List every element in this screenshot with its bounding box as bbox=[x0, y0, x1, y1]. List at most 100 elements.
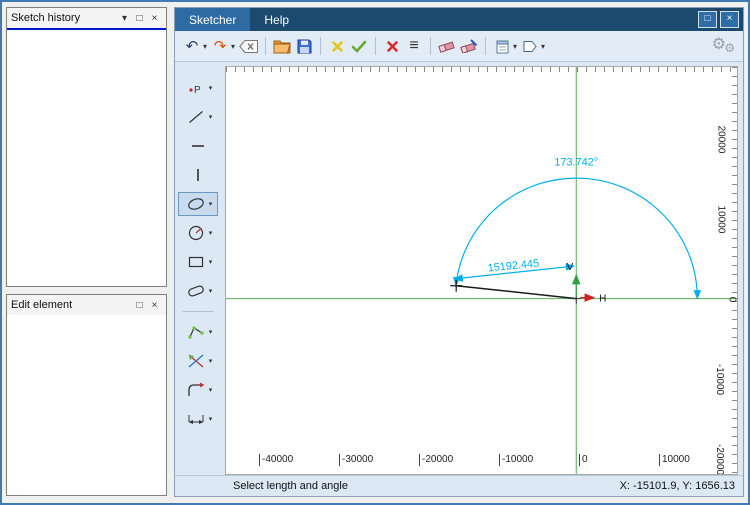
panel-close-icon[interactable]: × bbox=[147, 13, 162, 24]
tool-dimension[interactable]: ▾ bbox=[178, 407, 218, 431]
trim-tool-icon bbox=[186, 352, 206, 370]
sheet-dropdown[interactable]: ▾ bbox=[513, 42, 517, 51]
ellipse-tool-dropdown[interactable]: ▾ bbox=[209, 200, 213, 208]
status-bar: Select length and angle X: -15101.9, Y: … bbox=[175, 475, 743, 496]
tool-line[interactable]: ▾ bbox=[178, 105, 218, 129]
eraser-icon bbox=[438, 39, 456, 53]
toolbar-separator bbox=[265, 37, 266, 55]
trim-tool-dropdown[interactable]: ▾ bbox=[209, 357, 213, 365]
sketcher-titlebar: Sketcher Help □ × bbox=[175, 8, 743, 31]
y-axis-label: 10000 bbox=[716, 206, 727, 234]
tool-profile[interactable]: ▾ bbox=[178, 320, 218, 344]
x-axis-label: -40000 bbox=[259, 454, 293, 466]
panel-menu-icon[interactable]: ▾ bbox=[117, 13, 132, 24]
eraser-pencil-icon bbox=[460, 39, 478, 53]
cancel-button[interactable] bbox=[328, 35, 346, 57]
tab-sketcher[interactable]: Sketcher bbox=[175, 8, 250, 31]
edit-element-titlebar[interactable]: Edit element □ × bbox=[7, 295, 166, 316]
rectangle-tool-dropdown[interactable]: ▾ bbox=[209, 258, 213, 266]
arc-tool-dropdown[interactable]: ▾ bbox=[209, 229, 213, 237]
tool-point[interactable]: P ▾ bbox=[178, 76, 218, 100]
sketch-history-titlebar[interactable]: Sketch history ▾ □ × bbox=[7, 8, 166, 29]
h-axis-label: H bbox=[599, 294, 606, 305]
line-tool-dropdown[interactable]: ▾ bbox=[209, 113, 213, 121]
palette-separator bbox=[183, 311, 213, 312]
open-button[interactable] bbox=[273, 35, 291, 57]
tool-fillet[interactable]: ▾ bbox=[178, 378, 218, 402]
x-axis-label: 10000 bbox=[659, 454, 690, 466]
gear-icon: ⚙ bbox=[724, 41, 735, 55]
sketch-line[interactable] bbox=[456, 286, 576, 299]
undo-button[interactable]: ↶ bbox=[183, 35, 201, 57]
profile-tool-dropdown[interactable]: ▾ bbox=[209, 328, 213, 336]
tool-horizontal-line[interactable] bbox=[178, 134, 218, 158]
tool-rectangle[interactable]: ▾ bbox=[178, 250, 218, 274]
x-axis-label: -20000 bbox=[419, 454, 453, 466]
x-axis-label: -30000 bbox=[339, 454, 373, 466]
sheet-icon bbox=[495, 39, 510, 54]
delete-button[interactable] bbox=[383, 35, 401, 57]
profile-view-button[interactable] bbox=[521, 35, 539, 57]
panel-maximize-icon[interactable]: □ bbox=[132, 300, 147, 311]
yellow-x-icon bbox=[331, 40, 344, 53]
tool-ellipse[interactable]: ▾ bbox=[178, 192, 218, 216]
dimension-tool-dropdown[interactable]: ▾ bbox=[209, 415, 213, 423]
settings-button[interactable]: ⚙ ⚙ bbox=[707, 35, 735, 57]
tool-trim[interactable]: ▾ bbox=[178, 349, 218, 373]
eraser-button[interactable] bbox=[438, 35, 456, 57]
undo-dropdown[interactable]: ▾ bbox=[203, 42, 207, 51]
svg-text:P: P bbox=[194, 85, 201, 96]
window-maximize-button[interactable]: □ bbox=[698, 11, 717, 28]
toolbar-separator bbox=[375, 37, 376, 55]
sketch-history-content[interactable] bbox=[7, 28, 166, 286]
panel-close-icon[interactable]: × bbox=[147, 300, 162, 311]
line-tool-icon bbox=[186, 108, 206, 126]
sketch-history-panel: Sketch history ▾ □ × bbox=[6, 7, 167, 287]
red-x-icon bbox=[386, 40, 399, 53]
panel-maximize-icon[interactable]: □ bbox=[132, 13, 147, 24]
slot-tool-dropdown[interactable]: ▾ bbox=[209, 287, 213, 295]
tool-slot[interactable]: ▾ bbox=[178, 279, 218, 303]
vertical-line-tool-icon bbox=[188, 166, 208, 184]
sketch-drawing: V H 173.742° 15192.445 bbox=[226, 67, 737, 474]
fillet-tool-icon bbox=[186, 381, 206, 399]
point-tool-icon: P bbox=[186, 79, 206, 97]
open-folder-icon bbox=[273, 39, 291, 54]
rectangle-tool-icon bbox=[186, 253, 206, 271]
point-tool-dropdown[interactable]: ▾ bbox=[209, 84, 213, 92]
tool-vertical-line[interactable] bbox=[178, 163, 218, 187]
edit-element-content[interactable] bbox=[7, 315, 166, 495]
sheet-button[interactable] bbox=[493, 35, 511, 57]
redo-button[interactable]: ↷ bbox=[211, 35, 229, 57]
sketch-canvas[interactable]: V H 173.742° 15192.445 -40000 -30000 -20… bbox=[225, 66, 738, 475]
erase-element-button[interactable] bbox=[460, 35, 478, 57]
toolbar-separator bbox=[320, 37, 321, 55]
window-close-button[interactable]: × bbox=[720, 11, 739, 28]
toolbar-separator bbox=[485, 37, 486, 55]
green-check-icon bbox=[351, 40, 367, 53]
tool-arc[interactable]: ▾ bbox=[178, 221, 218, 245]
flag-icon bbox=[522, 39, 538, 54]
window-controls: □ × bbox=[698, 8, 743, 31]
menu-button[interactable]: ≡ bbox=[405, 35, 423, 57]
backspace-button[interactable] bbox=[239, 35, 258, 57]
profile-view-dropdown[interactable]: ▾ bbox=[541, 42, 545, 51]
ellipse-tool-icon bbox=[186, 195, 206, 213]
y-axis-label: -20000 bbox=[714, 444, 725, 475]
fillet-tool-dropdown[interactable]: ▾ bbox=[209, 386, 213, 394]
redo-dropdown[interactable]: ▾ bbox=[231, 42, 235, 51]
backspace-icon bbox=[239, 40, 258, 53]
endpoint-marker bbox=[450, 280, 462, 292]
save-button[interactable] bbox=[295, 35, 313, 57]
tool-palette: P ▾ ▾ ▾ ▾ bbox=[175, 62, 221, 475]
slot-tool-icon bbox=[186, 282, 206, 300]
sketch-history-title: Sketch history bbox=[11, 12, 117, 24]
toolbar-separator bbox=[430, 37, 431, 55]
validate-button[interactable] bbox=[350, 35, 368, 57]
sketcher-workarea: P ▾ ▾ ▾ ▾ bbox=[175, 62, 743, 475]
y-axis-label: 20000 bbox=[716, 126, 727, 154]
x-axis-label: -10000 bbox=[499, 454, 533, 466]
tab-help[interactable]: Help bbox=[250, 8, 303, 31]
save-floppy-icon bbox=[297, 39, 312, 54]
status-message: Select length and angle bbox=[233, 480, 348, 492]
